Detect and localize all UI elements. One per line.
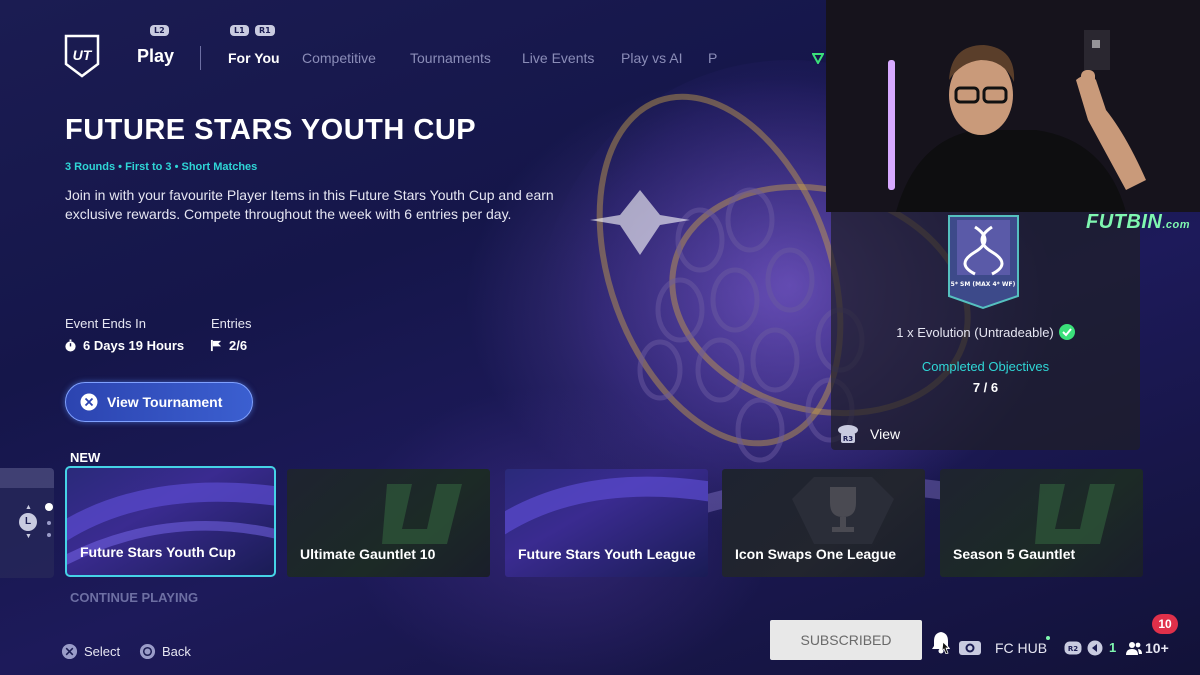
reward-item: 1 x Evolution (Untradeable)	[831, 324, 1140, 340]
cross-button-icon	[61, 643, 78, 660]
entries-flag-icon	[210, 339, 222, 352]
ut-logo-icon[interactable]: UT	[64, 34, 100, 78]
event-ends-label: Event Ends In	[65, 316, 146, 331]
streamer-webcam-image	[826, 0, 1200, 212]
tab-play-vs-ai[interactable]: Play vs AI	[621, 50, 682, 66]
l2-hint-icon: L2	[150, 25, 169, 36]
nav-section-play[interactable]: Play	[137, 46, 174, 67]
notification-badge[interactable]: 10	[1152, 614, 1178, 634]
event-card-future-stars-youth-league[interactable]: Future Stars Youth League	[505, 469, 708, 577]
view-tournament-button[interactable]: View Tournament	[65, 382, 253, 422]
tab-truncated[interactable]: P	[708, 50, 717, 66]
card-label: Icon Swaps One League	[735, 546, 897, 562]
futbin-logo: FUTBIN.com	[1086, 211, 1190, 234]
r2-icon: R2	[1064, 641, 1082, 655]
card-label: Season 5 Gauntlet	[953, 546, 1076, 562]
view-reward-button[interactable]: R3 View	[836, 424, 900, 444]
fc-hub-label[interactable]: FC HUB	[995, 640, 1047, 656]
entries-value: 2/6	[210, 338, 247, 353]
entries-text: 2/6	[229, 338, 248, 353]
subscribed-button[interactable]: SUBSCRIBED	[770, 620, 922, 660]
stopwatch-icon	[65, 339, 76, 352]
nav-divider	[200, 46, 201, 70]
tab-competitive[interactable]: Competitive	[302, 50, 376, 66]
pager-up-icon: ▲	[25, 504, 32, 511]
card-label: Future Stars Youth Cup	[80, 544, 236, 560]
select-label: Select	[84, 644, 121, 659]
completed-objectives-label: Completed Objectives	[921, 359, 1050, 374]
view-label: View	[870, 426, 901, 442]
pager-down-icon: ▼	[25, 533, 32, 540]
tab-live-events[interactable]: Live Events	[522, 50, 594, 66]
entries-label: Entries	[211, 316, 252, 331]
green-triangle-icon	[812, 53, 824, 64]
futbin-logo-suffix: .com	[1162, 219, 1191, 231]
l1-hint-icon: L1	[230, 25, 249, 36]
r3-stick-icon: R3	[838, 425, 858, 443]
friends-count: 10+	[1145, 640, 1169, 656]
bell-icon[interactable]	[930, 630, 952, 654]
circle-button-icon	[139, 643, 156, 660]
tab-for-you[interactable]: For You	[228, 50, 280, 66]
l-stick-icon[interactable]: L	[19, 513, 37, 531]
check-circle-icon	[1058, 324, 1075, 340]
event-card-icon-swaps-one-league[interactable]: Icon Swaps One League	[722, 469, 925, 577]
friends-online-count: 1	[1109, 640, 1117, 655]
event-card-ultimate-gauntlet-10[interactable]: Ultimate Gauntlet 10	[287, 469, 490, 577]
back-label: Back	[162, 644, 191, 659]
camera-icon[interactable]	[958, 638, 982, 656]
event-card-future-stars-youth-cup[interactable]: Future Stars Youth Cup	[65, 466, 276, 577]
friends-icon[interactable]	[1126, 640, 1142, 656]
new-section-label: NEW	[70, 450, 101, 465]
pager-dot[interactable]	[47, 533, 51, 537]
continue-playing-label: CONTINUE PLAYING	[70, 590, 199, 605]
event-subtitle: 3 Rounds • First to 3 • Short Matches	[65, 161, 258, 173]
futbin-logo-text: FUTBIN	[1086, 211, 1163, 233]
completed-objectives-value: 7 / 6	[972, 380, 999, 395]
arrow-icon	[1087, 640, 1103, 656]
event-title: FUTURE STARS YOUTH CUP	[65, 114, 477, 146]
tab-tournaments[interactable]: Tournaments	[410, 50, 491, 66]
side-pager-tab	[0, 468, 54, 488]
back-hint[interactable]: Back	[139, 643, 191, 660]
reward-item-text: 1 x Evolution (Untradeable)	[896, 324, 1054, 340]
view-tournament-label: View Tournament	[107, 394, 223, 410]
r1-hint-icon: R1	[255, 25, 275, 36]
fc-hub-status-dot	[1046, 636, 1050, 640]
event-description: Join in with your favourite Player Items…	[65, 187, 554, 222]
event-ends-text: 6 Days 19 Hours	[83, 338, 185, 353]
evolution-card-icon: 5* SM (MAX 4* WF)	[948, 215, 1019, 310]
select-hint[interactable]: Select	[61, 643, 120, 660]
card-label: Ultimate Gauntlet 10	[300, 546, 436, 562]
webcam-overlay	[826, 0, 1200, 212]
card-label: Future Stars Youth League	[518, 546, 696, 562]
pager-dot[interactable]	[47, 521, 51, 525]
pager-dot-active[interactable]	[45, 503, 53, 511]
ut-logo-text: UT	[73, 47, 93, 63]
cross-button-icon	[80, 393, 98, 411]
evo-card-caption: 5* SM (MAX 4* WF)	[951, 281, 1016, 288]
r2-text: R2	[1068, 645, 1078, 653]
r3-text: R3	[843, 435, 853, 443]
event-card-season-5-gauntlet[interactable]: Season 5 Gauntlet	[940, 469, 1143, 577]
event-ends-value: 6 Days 19 Hours	[64, 338, 184, 353]
